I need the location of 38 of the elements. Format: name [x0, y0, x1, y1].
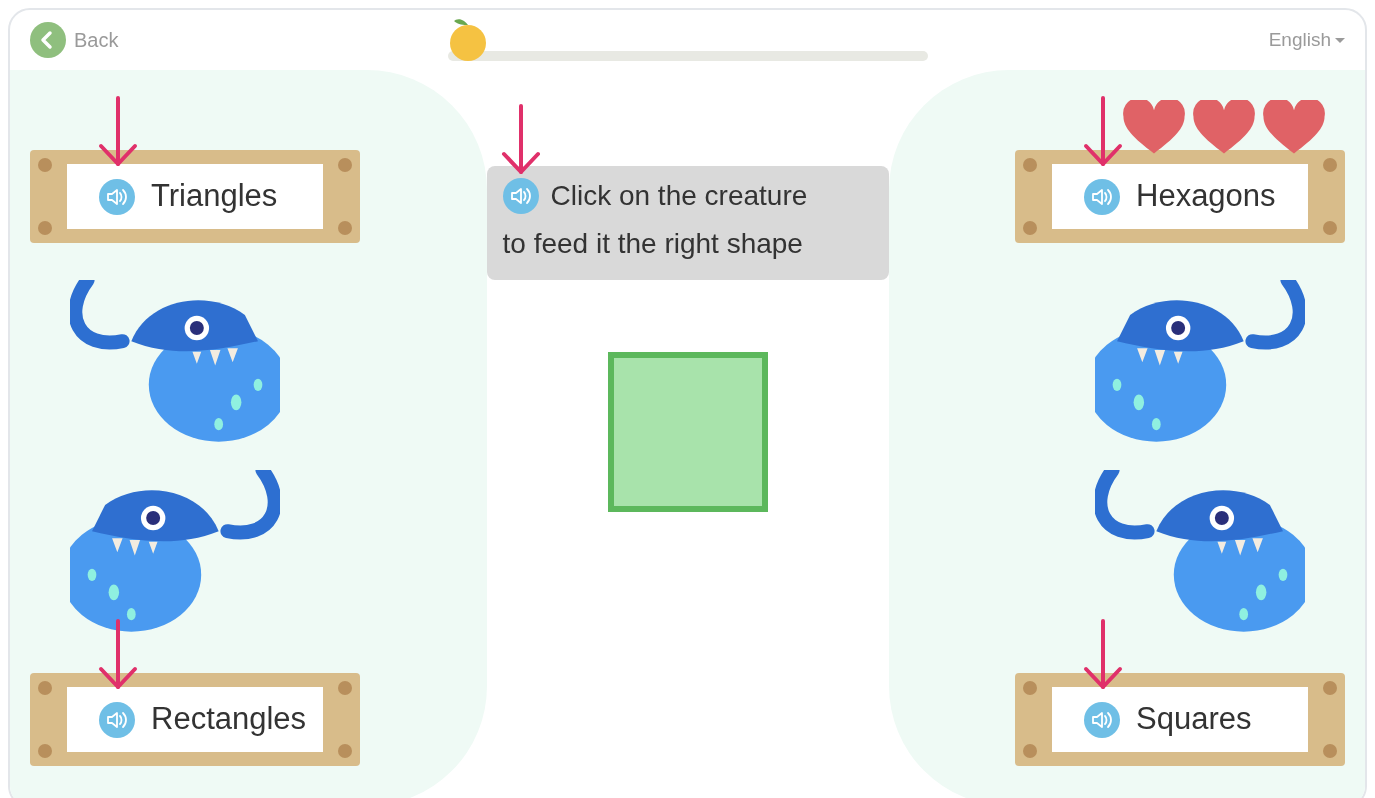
- rivet-icon: [1323, 744, 1337, 758]
- sign-label[interactable]: Hexagons: [1052, 164, 1308, 229]
- speaker-icon[interactable]: [99, 701, 135, 738]
- rivet-icon: [1323, 681, 1337, 695]
- speaker-icon[interactable]: [99, 178, 135, 215]
- rivet-icon: [1023, 744, 1037, 758]
- sign-label[interactable]: Squares: [1052, 687, 1308, 752]
- caret-icon: [1335, 37, 1345, 43]
- speaker-icon[interactable]: [502, 178, 539, 214]
- rivet-icon: [1323, 158, 1337, 172]
- wooden-sign[interactable]: Squares: [1015, 673, 1345, 766]
- rivet-icon: [38, 744, 52, 758]
- wooden-sign[interactable]: Triangles: [30, 150, 360, 243]
- rivet-icon: [338, 221, 352, 235]
- sign-label[interactable]: Triangles: [67, 164, 323, 229]
- instruction-text: Click on the creature: [550, 179, 808, 213]
- sign-label[interactable]: Rectangles: [67, 687, 323, 752]
- speaker-icon[interactable]: [1084, 178, 1120, 215]
- sign-text: Triangles: [151, 177, 278, 216]
- instruction-text: to feed it the right shape: [502, 227, 804, 261]
- rivet-icon: [338, 681, 352, 695]
- rivet-icon: [1323, 221, 1337, 235]
- rivet-icon: [338, 158, 352, 172]
- back-chevron-icon: [30, 22, 66, 58]
- rivet-icon: [1023, 158, 1037, 172]
- sign-text: Hexagons: [1136, 177, 1276, 216]
- rivet-icon: [38, 681, 52, 695]
- square-shape[interactable]: [607, 352, 768, 512]
- rivet-icon: [1023, 681, 1037, 695]
- sign-text: Rectangles: [151, 700, 307, 739]
- rivet-icon: [1023, 221, 1037, 235]
- sign-text: Squares: [1136, 700, 1252, 739]
- wooden-sign[interactable]: Hexagons: [1015, 150, 1345, 243]
- rivet-icon: [38, 158, 52, 172]
- rivet-icon: [38, 221, 52, 235]
- rivet-icon: [338, 744, 352, 758]
- wooden-sign[interactable]: Rectangles: [30, 673, 360, 766]
- speaker-icon[interactable]: [1084, 701, 1120, 738]
